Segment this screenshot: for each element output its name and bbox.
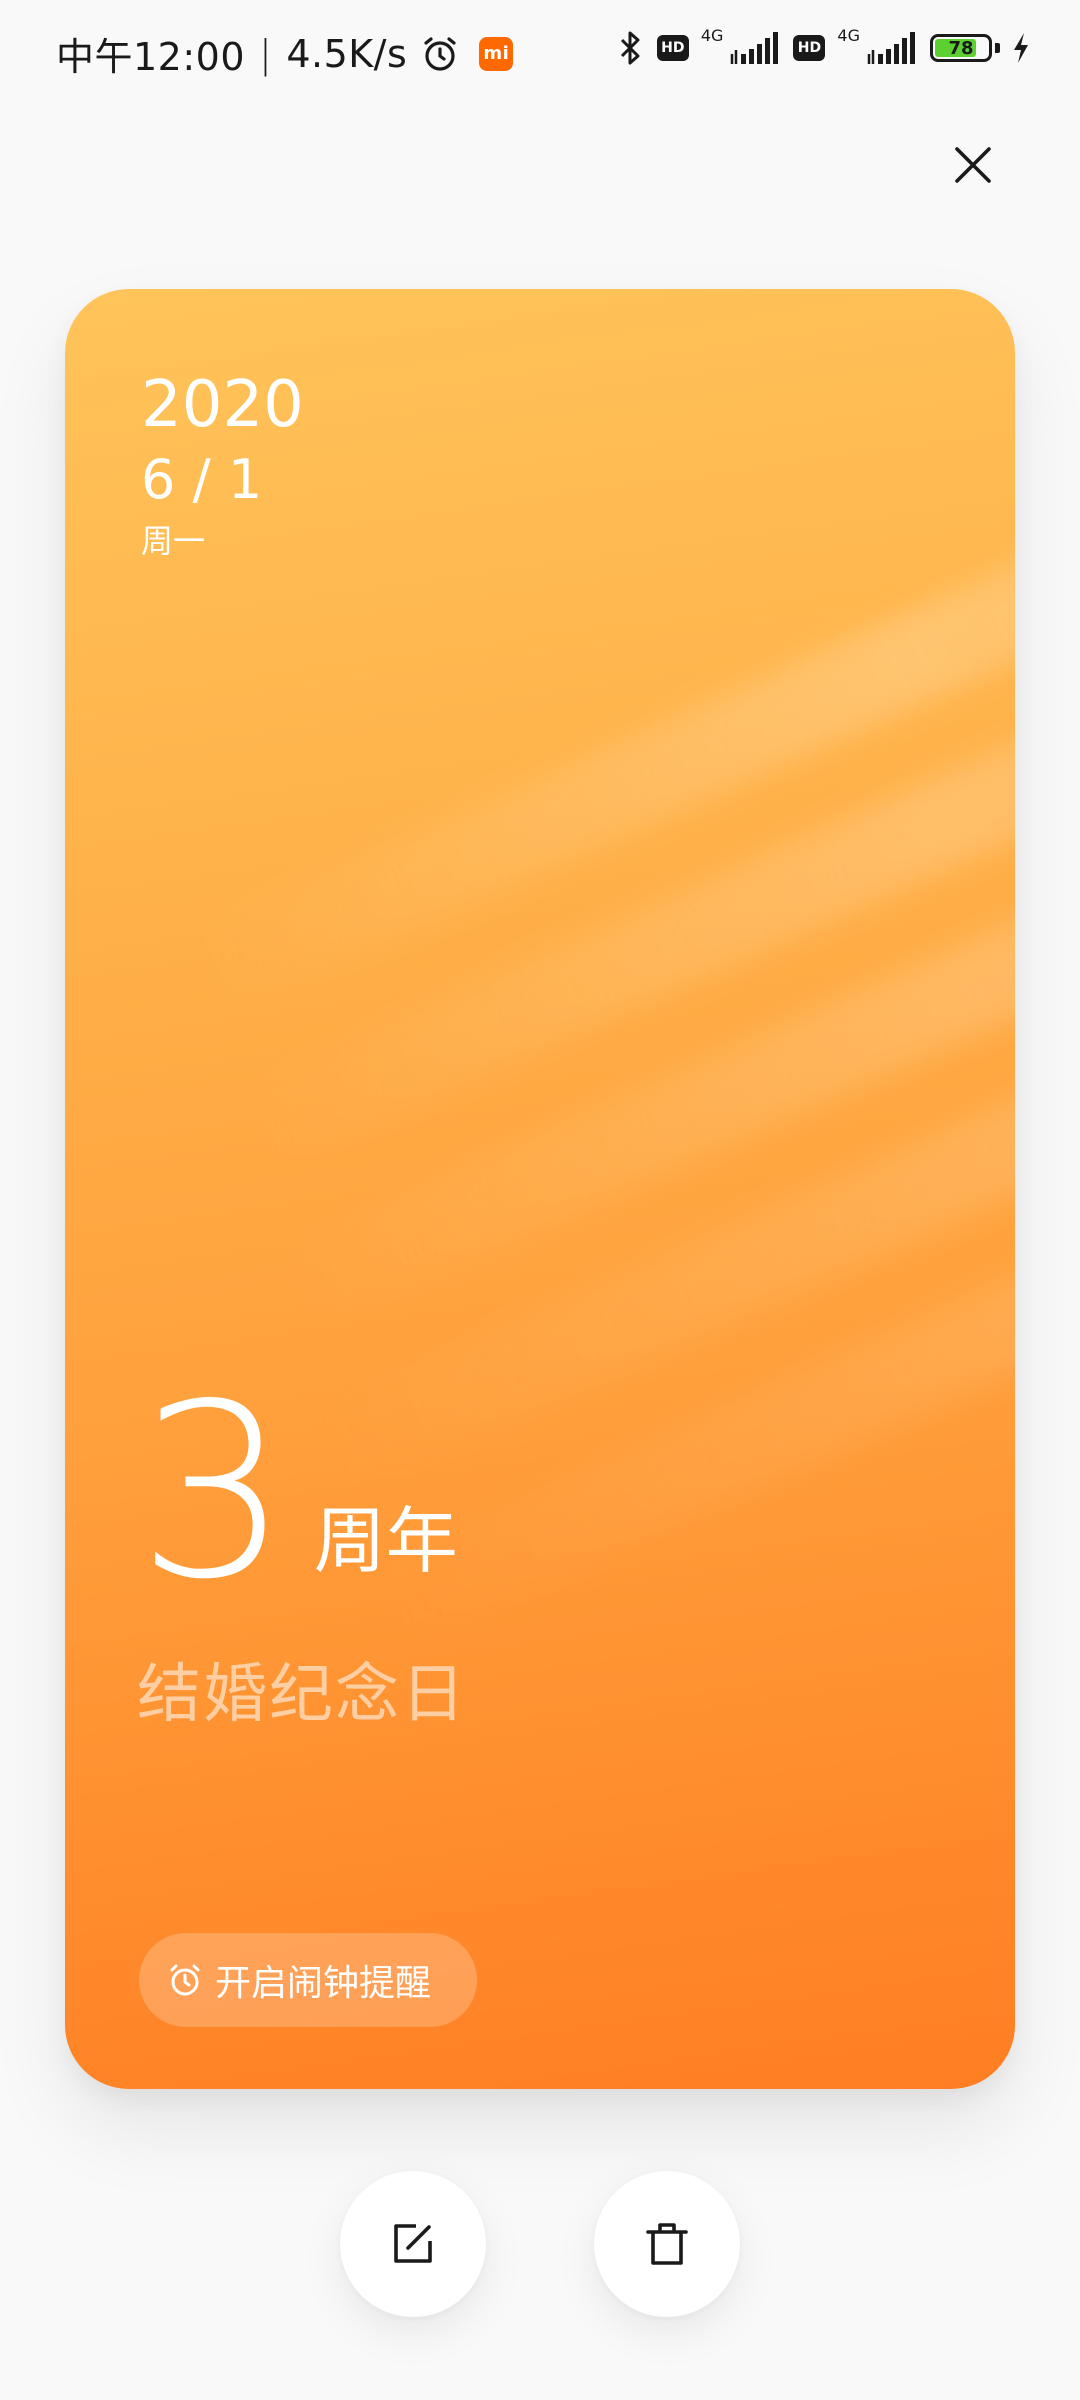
hd-badge-2: HD	[793, 35, 826, 61]
status-time: 中午12:00	[56, 35, 246, 79]
enable-alarm-reminder-button[interactable]: 开启闹钟提醒	[139, 1933, 477, 2027]
network-speed: 4.5K/s	[286, 31, 408, 76]
network-type-1: 4G	[700, 26, 724, 45]
battery-cap	[995, 43, 1000, 53]
delete-button[interactable]	[594, 2171, 740, 2317]
battery-indicator: 78	[930, 34, 992, 62]
status-left: 中午12:00 | 4.5K/s mi	[56, 26, 514, 81]
network-type-2: 4G	[837, 26, 860, 45]
status-separator: |	[259, 31, 273, 76]
status-bar: 中午12:00 | 4.5K/s mi HD 4G HD 4G 78	[0, 0, 1080, 104]
anniversary-card: 2020 6 / 1 周一 3 周年 结婚纪念日 开启闹钟提醒	[65, 289, 1015, 2089]
close-icon	[955, 147, 991, 183]
charging-icon	[1014, 33, 1028, 63]
signal-icon	[731, 32, 779, 64]
card-light-streak	[186, 363, 1015, 1016]
date-year: 2020	[141, 368, 304, 442]
date-weekday: 周一	[141, 522, 206, 560]
alarm-icon	[424, 36, 456, 71]
date-month-day: 6 / 1	[141, 448, 263, 511]
bluetooth-icon	[620, 31, 640, 65]
delete-icon	[646, 2223, 688, 2265]
hd-badge-1: HD	[656, 35, 689, 61]
edit-button[interactable]	[340, 2171, 486, 2317]
anniversary-unit: 周年	[313, 1499, 458, 1584]
alarm-clock-icon	[170, 1964, 200, 1996]
close-button[interactable]	[946, 138, 1000, 192]
anniversary-count: 3	[137, 1352, 290, 1632]
alarm-reminder-label: 开启闹钟提醒	[215, 1963, 432, 2004]
battery-level: 78	[948, 37, 974, 59]
date-block: 2020 6 / 1 周一	[141, 373, 304, 557]
status-right: HD 4G HD 4G 78	[615, 26, 1030, 66]
signal-icon	[867, 32, 915, 64]
mi-logo-icon: mi	[479, 36, 514, 71]
anniversary-count-block: 3 周年 结婚纪念日	[137, 1352, 467, 1735]
edit-icon	[394, 2224, 432, 2263]
event-title: 结婚纪念日	[137, 1658, 467, 1733]
